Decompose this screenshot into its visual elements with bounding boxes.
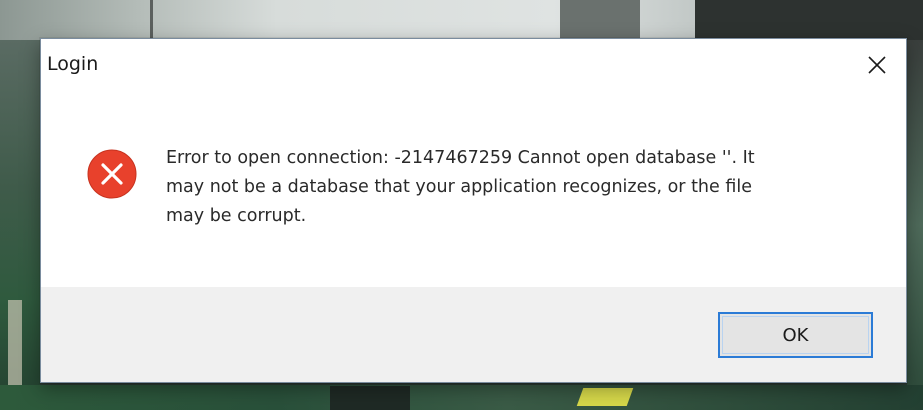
background-frame-line — [150, 0, 153, 40]
ok-button[interactable]: OK — [718, 312, 873, 358]
dialog-content: Error to open connection: -2147467259 Ca… — [41, 91, 906, 287]
background-frame-block — [560, 0, 640, 38]
dialog-titlebar[interactable]: Login — [41, 39, 906, 91]
login-error-dialog: Login Error to open connection: -2147467… — [40, 38, 907, 383]
error-icon — [87, 149, 137, 199]
background-bottom-dark — [330, 386, 410, 410]
dialog-footer: OK — [41, 287, 906, 382]
background-bottom-area — [0, 385, 923, 410]
dialog-title: Login — [47, 53, 99, 75]
background-bottom-yellow — [576, 388, 634, 406]
close-button[interactable] — [856, 47, 898, 83]
close-icon — [868, 56, 886, 74]
background-left-stripe — [8, 300, 22, 390]
error-message: Error to open connection: -2147467259 Ca… — [166, 148, 755, 226]
background-right-area — [907, 40, 923, 410]
background-dark-area — [695, 0, 923, 40]
